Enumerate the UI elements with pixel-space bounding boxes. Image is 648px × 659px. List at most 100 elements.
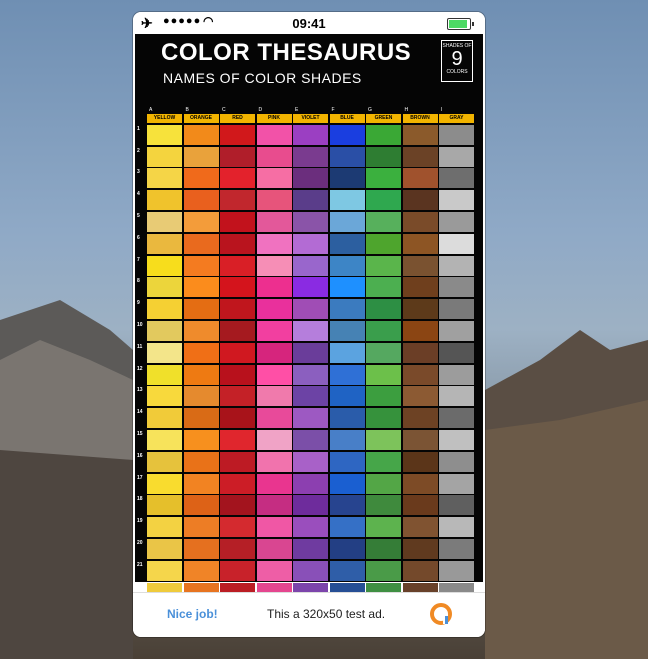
color-swatch[interactable]: [439, 255, 474, 276]
color-swatch[interactable]: [147, 517, 182, 538]
color-swatch[interactable]: [220, 255, 255, 276]
color-swatch[interactable]: [293, 451, 328, 472]
color-swatch[interactable]: [439, 277, 474, 298]
color-swatch[interactable]: [402, 364, 438, 385]
color-swatch[interactable]: [183, 560, 219, 581]
color-swatch[interactable]: [293, 299, 328, 320]
color-swatch[interactable]: [366, 408, 401, 429]
ad-logo-icon[interactable]: [429, 602, 453, 626]
color-swatch[interactable]: [183, 408, 219, 429]
color-swatch[interactable]: [220, 429, 255, 450]
color-swatch[interactable]: [183, 277, 219, 298]
color-swatch[interactable]: [147, 342, 182, 363]
color-swatch[interactable]: [183, 255, 219, 276]
color-swatch[interactable]: [402, 495, 438, 516]
color-swatch[interactable]: [293, 190, 328, 211]
color-swatch[interactable]: [147, 429, 182, 450]
color-swatch[interactable]: [147, 233, 182, 254]
color-swatch[interactable]: [366, 255, 401, 276]
color-swatch[interactable]: [402, 342, 438, 363]
color-swatch[interactable]: [329, 408, 365, 429]
color-swatch[interactable]: [256, 429, 292, 450]
color-swatch[interactable]: [256, 495, 292, 516]
color-swatch[interactable]: [220, 190, 255, 211]
color-swatch[interactable]: [402, 299, 438, 320]
color-swatch[interactable]: [220, 560, 255, 581]
color-swatch[interactable]: [220, 451, 255, 472]
color-swatch[interactable]: [439, 342, 474, 363]
color-swatch[interactable]: [147, 386, 182, 407]
color-swatch[interactable]: [439, 408, 474, 429]
color-swatch[interactable]: [293, 408, 328, 429]
color-swatch[interactable]: [256, 320, 292, 341]
color-swatch[interactable]: [293, 538, 328, 559]
color-swatch[interactable]: [366, 473, 401, 494]
color-swatch[interactable]: [439, 517, 474, 538]
color-swatch[interactable]: [329, 320, 365, 341]
color-swatch[interactable]: [402, 560, 438, 581]
color-swatch[interactable]: [147, 277, 182, 298]
color-swatch[interactable]: [329, 495, 365, 516]
color-swatch[interactable]: [366, 168, 401, 189]
color-swatch[interactable]: [183, 429, 219, 450]
color-swatch[interactable]: [183, 146, 219, 167]
color-swatch[interactable]: [256, 233, 292, 254]
color-swatch[interactable]: [329, 146, 365, 167]
color-swatch[interactable]: [293, 517, 328, 538]
color-swatch[interactable]: [439, 495, 474, 516]
color-swatch[interactable]: [402, 233, 438, 254]
color-swatch[interactable]: [366, 386, 401, 407]
color-swatch[interactable]: [293, 495, 328, 516]
color-swatch[interactable]: [147, 299, 182, 320]
color-swatch[interactable]: [366, 364, 401, 385]
color-swatch[interactable]: [366, 211, 401, 232]
color-swatch[interactable]: [256, 386, 292, 407]
color-swatch[interactable]: [293, 364, 328, 385]
color-swatch[interactable]: [183, 320, 219, 341]
color-swatch[interactable]: [293, 233, 328, 254]
color-swatch[interactable]: [439, 320, 474, 341]
color-swatch[interactable]: [439, 451, 474, 472]
color-swatch[interactable]: [366, 146, 401, 167]
color-swatch[interactable]: [402, 190, 438, 211]
color-swatch[interactable]: [220, 408, 255, 429]
color-swatch[interactable]: [147, 495, 182, 516]
color-swatch[interactable]: [147, 451, 182, 472]
color-swatch[interactable]: [147, 560, 182, 581]
color-swatch[interactable]: [366, 233, 401, 254]
ad-cta[interactable]: Nice job!: [167, 607, 218, 621]
color-swatch[interactable]: [439, 233, 474, 254]
color-swatch[interactable]: [220, 233, 255, 254]
color-swatch[interactable]: [220, 320, 255, 341]
color-swatch[interactable]: [220, 168, 255, 189]
color-swatch[interactable]: [220, 342, 255, 363]
color-swatch[interactable]: [329, 124, 365, 145]
color-swatch[interactable]: [183, 168, 219, 189]
color-swatch[interactable]: [147, 364, 182, 385]
color-swatch[interactable]: [366, 277, 401, 298]
color-swatch[interactable]: [256, 517, 292, 538]
color-swatch[interactable]: [256, 255, 292, 276]
color-swatch[interactable]: [402, 451, 438, 472]
color-swatch[interactable]: [439, 190, 474, 211]
color-swatch[interactable]: [293, 342, 328, 363]
color-swatch[interactable]: [147, 124, 182, 145]
color-swatch[interactable]: [439, 560, 474, 581]
color-swatch[interactable]: [329, 517, 365, 538]
color-swatch[interactable]: [183, 451, 219, 472]
color-swatch[interactable]: [256, 211, 292, 232]
color-swatch[interactable]: [439, 146, 474, 167]
color-swatch[interactable]: [220, 146, 255, 167]
color-swatch[interactable]: [439, 538, 474, 559]
color-swatch[interactable]: [402, 146, 438, 167]
color-swatch[interactable]: [256, 299, 292, 320]
color-swatch[interactable]: [293, 560, 328, 581]
color-swatch[interactable]: [147, 255, 182, 276]
color-swatch[interactable]: [329, 386, 365, 407]
color-swatch[interactable]: [439, 364, 474, 385]
color-swatch[interactable]: [329, 429, 365, 450]
color-swatch[interactable]: [402, 211, 438, 232]
color-swatch[interactable]: [147, 146, 182, 167]
color-swatch[interactable]: [256, 560, 292, 581]
color-swatch[interactable]: [147, 473, 182, 494]
